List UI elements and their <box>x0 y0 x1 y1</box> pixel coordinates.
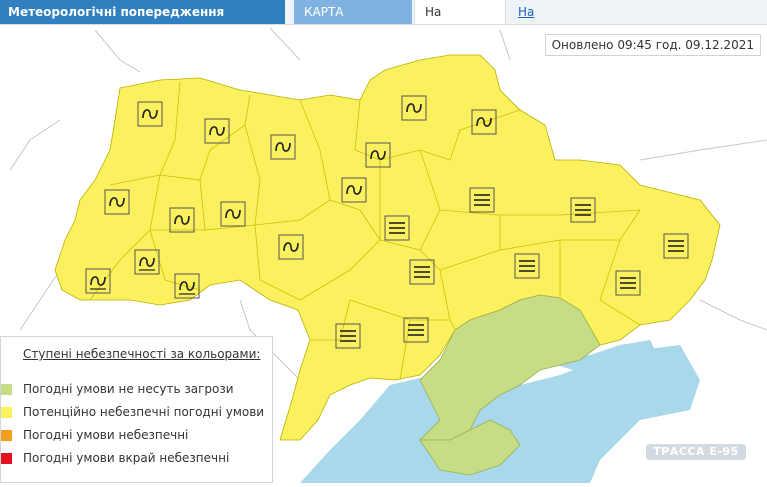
fog-icon <box>514 253 540 279</box>
fog-icon <box>615 270 641 296</box>
top-bar: Метеорологічні попередження КАРТА УКРАЇН… <box>0 0 767 43</box>
tab-tomorrow-link[interactable]: На завтра <box>508 0 588 43</box>
ice-icon <box>134 249 160 275</box>
legend-label-green: Погодні умови не несуть загрози <box>23 382 234 396</box>
legend-swatch-green <box>1 384 12 395</box>
fog-icon <box>403 317 429 343</box>
updated-timestamp: Оновлено 09:45 год. 09.12.2021 <box>544 34 761 56</box>
legend-label-yellow: Потенційно небезпечні погодні умови <box>23 405 265 419</box>
tab-today[interactable]: На сьогодні <box>414 0 506 43</box>
ice-icon <box>270 134 296 160</box>
legend-label-red: Погодні умови вкрай небезпечні <box>23 451 230 465</box>
ice-icon <box>365 142 391 168</box>
page-title: Метеорологічні попередження <box>0 0 285 24</box>
legend-swatch-orange <box>1 430 12 441</box>
ice-icon <box>174 273 200 299</box>
ice-icon <box>220 201 246 227</box>
fog-icon <box>384 215 410 241</box>
watermark-logo: ТРАССА Е-95 <box>646 444 746 460</box>
ice-icon <box>169 207 195 233</box>
fog-icon <box>663 233 689 259</box>
fog-icon <box>469 187 495 213</box>
ice-icon <box>341 177 367 203</box>
fog-icon <box>409 259 435 285</box>
fog-icon <box>335 323 361 349</box>
ice-icon <box>471 109 497 135</box>
tab-map-ukraine[interactable]: КАРТА УКРАЇНИ▶ <box>294 0 412 43</box>
legend-swatch-red <box>1 453 12 464</box>
ice-icon <box>204 118 230 144</box>
ice-icon <box>401 95 427 121</box>
ice-icon <box>278 234 304 260</box>
legend-swatch-yellow <box>1 407 12 418</box>
legend-label-orange: Погодні умови небезпечні <box>23 428 189 442</box>
legend-title: Ступені небезпечності за кольорами: <box>23 347 261 361</box>
fog-icon <box>570 197 596 223</box>
ice-icon <box>137 101 163 127</box>
legend-panel: Ступені небезпечності за кольорами: Пого… <box>0 336 273 483</box>
ice-icon <box>85 268 111 294</box>
ice-icon <box>104 189 130 215</box>
